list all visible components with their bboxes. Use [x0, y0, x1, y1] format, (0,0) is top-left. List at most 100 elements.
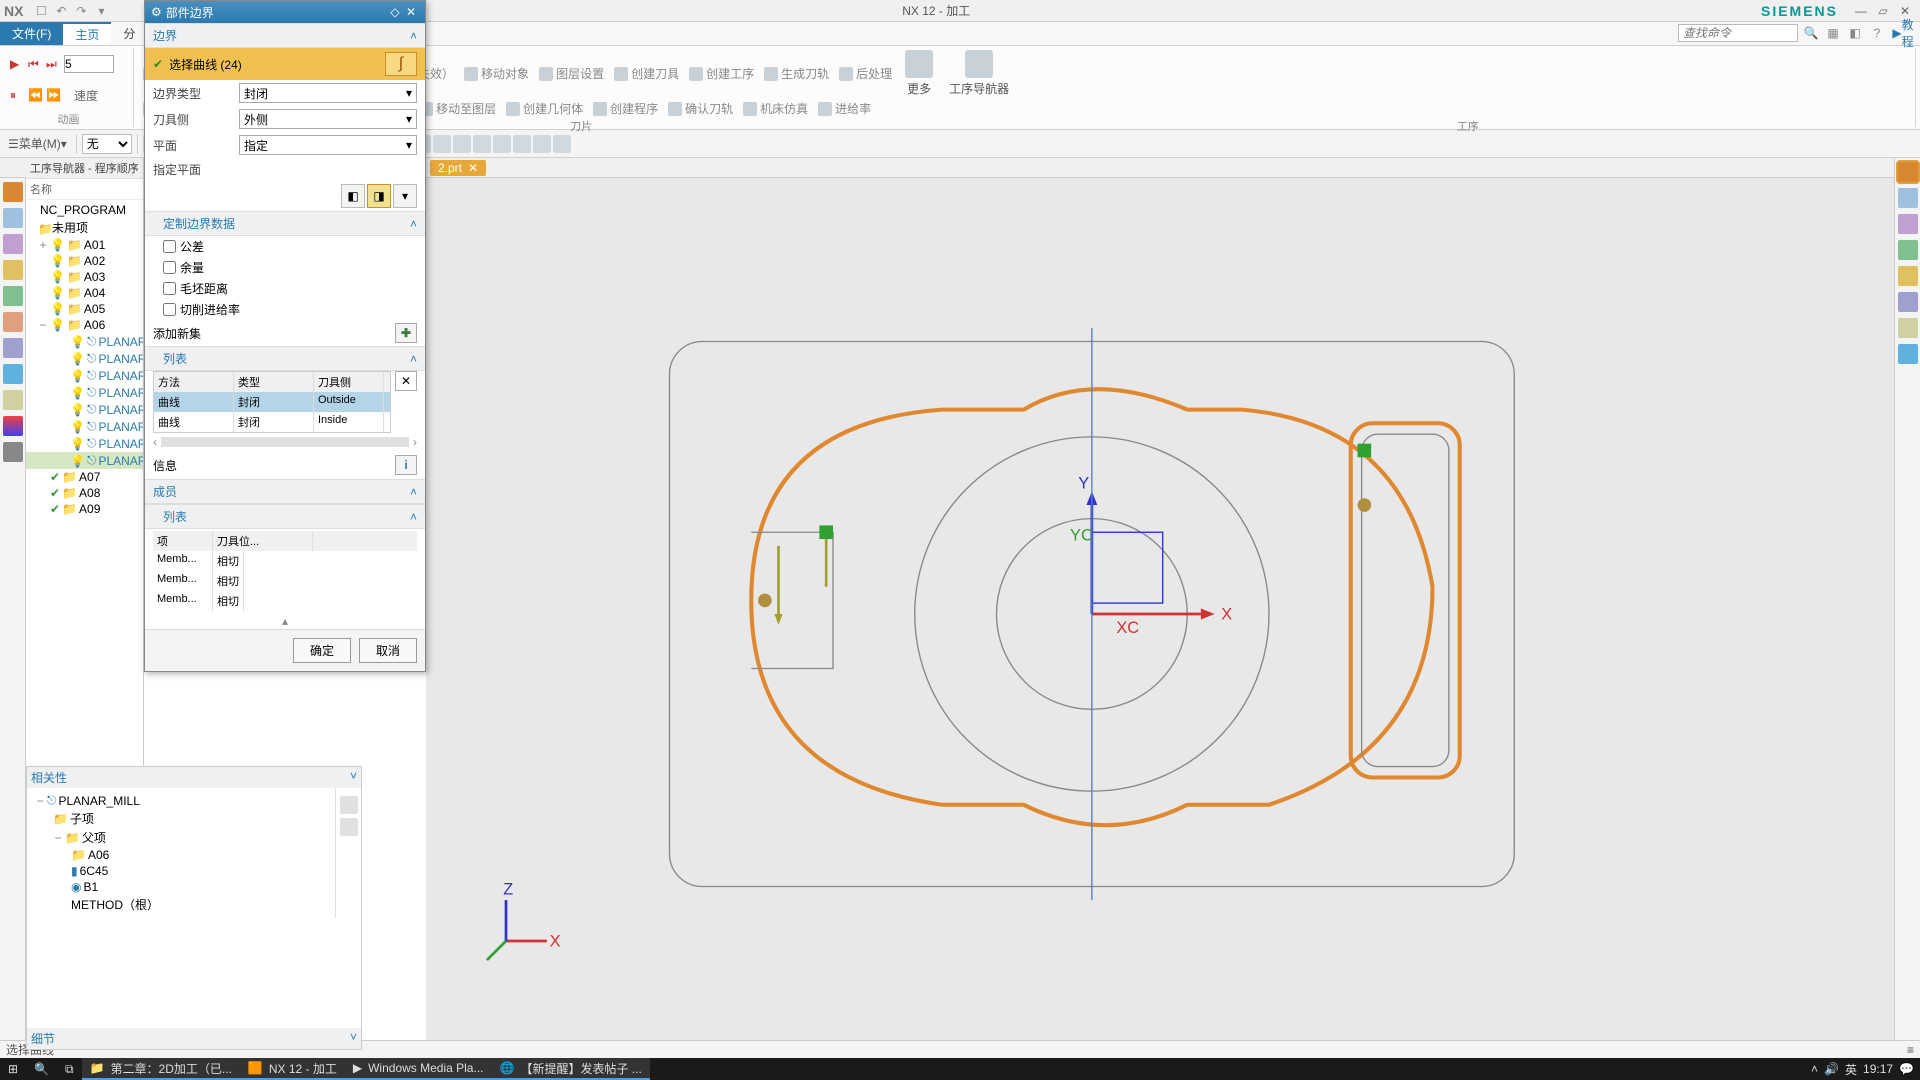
file-menu[interactable]: 文件(F)	[0, 22, 63, 45]
layer-settings-button[interactable]: 图层设置	[536, 64, 607, 83]
rres-icon-6[interactable]	[1898, 292, 1918, 312]
nav-a09[interactable]: ✔📁A09	[26, 501, 143, 517]
tool-side-select[interactable]: 外侧▾	[239, 109, 417, 129]
rres-icon-5[interactable]	[1898, 266, 1918, 286]
res-tool-icon[interactable]	[3, 260, 23, 280]
nav-root[interactable]: NC_PROGRAM	[26, 202, 143, 218]
dialog-pin-icon[interactable]: ◇	[387, 5, 403, 19]
restore-icon[interactable]: ▱	[1873, 2, 1893, 20]
curve-icon[interactable]: ∫	[385, 52, 417, 76]
graphics-canvas[interactable]: X Y XC YC X Z	[426, 178, 1894, 1050]
rres-icon-4[interactable]	[1898, 240, 1918, 260]
member-row-2[interactable]: Memb...相切	[153, 571, 417, 591]
minimize-icon[interactable]: —	[1851, 2, 1871, 20]
grid-icon[interactable]: ▦	[1824, 24, 1842, 42]
rres-icon-8[interactable]	[1898, 344, 1918, 364]
nav-op6[interactable]: 💡⎋PLANAR_M	[26, 418, 143, 435]
chk-stock[interactable]: 余量	[145, 257, 425, 278]
tb-icon-11[interactable]	[473, 135, 491, 153]
nav-unused[interactable]: 📁未用项	[26, 218, 143, 237]
plane-dropdown-icon[interactable]: ▾	[393, 184, 417, 208]
nav-a03[interactable]: 💡📁A03	[26, 269, 143, 285]
gen-toolpath-button[interactable]: 生成刀轨	[761, 64, 832, 83]
nav-a02[interactable]: 💡📁A02	[26, 253, 143, 269]
nav-op2[interactable]: 💡⎋PLANAR_M	[26, 350, 143, 367]
tb-icon-12[interactable]	[493, 135, 511, 153]
tray-ime[interactable]: 英	[1845, 1061, 1857, 1078]
delete-row-button[interactable]: ✕	[395, 371, 417, 391]
nav-a08[interactable]: ✔📁A08	[26, 485, 143, 501]
section-members[interactable]: 成员˄	[145, 479, 425, 504]
tb-icon-14[interactable]	[533, 135, 551, 153]
tb-icon-10[interactable]	[453, 135, 471, 153]
create-prog-button[interactable]: 创建程序	[590, 99, 661, 118]
window-icon[interactable]: ◧	[1846, 24, 1864, 42]
section-list[interactable]: 列表˄	[145, 346, 425, 371]
step-fwd-icon[interactable]: ⏭	[46, 57, 60, 71]
res-clock-icon[interactable]	[3, 390, 23, 410]
nav-a06[interactable]: −💡📁A06	[26, 317, 143, 333]
chk-tolerance[interactable]: 公差	[145, 236, 425, 257]
chk-feedrate[interactable]: 切削进给率	[145, 299, 425, 320]
dialog-resize-handle[interactable]: ▴	[145, 613, 425, 629]
boundary-type-select[interactable]: 封闭▾	[239, 83, 417, 103]
info-button[interactable]: i	[395, 455, 417, 475]
task-explorer[interactable]: 📁 第二章：2D加工（已...	[82, 1058, 240, 1080]
create-geom-button[interactable]: 创建几何体	[503, 99, 586, 118]
search-button[interactable]: 🔍	[26, 1058, 57, 1080]
res-nav-icon[interactable]	[3, 182, 23, 202]
nav-a07[interactable]: ✔📁A07	[26, 469, 143, 485]
res-misc-icon[interactable]	[3, 442, 23, 462]
rel-a06[interactable]: 📁A06	[31, 847, 331, 863]
nav-op3[interactable]: 💡⎋PLANAR_M	[26, 367, 143, 384]
nav-op4[interactable]: 💡⎋PLANAR_M	[26, 384, 143, 401]
tab-analysis[interactable]: 分	[111, 22, 147, 45]
select-curves-row[interactable]: ✔ 选择曲线 (24) ∫	[145, 48, 425, 80]
tray-notif-icon[interactable]: 💬	[1899, 1062, 1914, 1076]
list-row-1[interactable]: 曲线封闭Outside	[154, 392, 390, 412]
rres-icon-1[interactable]	[1898, 162, 1918, 182]
ok-button[interactable]: 确定	[293, 638, 351, 663]
rres-icon-3[interactable]	[1898, 214, 1918, 234]
save-icon[interactable]: ☐	[32, 2, 50, 20]
tray-up-icon[interactable]: ˄	[1811, 1062, 1818, 1076]
res-geom-icon[interactable]	[3, 286, 23, 306]
anim-speed-input[interactable]	[64, 55, 114, 73]
section-member-list[interactable]: 列表˄	[145, 504, 425, 529]
search-icon[interactable]: 🔍	[1802, 24, 1820, 42]
play-start-icon[interactable]: ▶	[10, 57, 24, 71]
tutorial-button[interactable]: ▶ 教程	[1894, 24, 1912, 42]
move-layer-button[interactable]: 移动至图层	[416, 99, 499, 118]
plane-icon-2[interactable]: ◨	[367, 184, 391, 208]
rel-side-icon-2[interactable]	[340, 818, 358, 836]
status-handle-icon[interactable]: ≡	[1907, 1043, 1914, 1057]
create-op-button[interactable]: 创建工序	[686, 64, 757, 83]
tray-sound-icon[interactable]: 🔊	[1824, 1062, 1839, 1076]
rel-method[interactable]: METHOD（根）	[31, 895, 331, 914]
more-button[interactable]: 更多	[899, 48, 939, 99]
rel-6c45[interactable]: ▮6C45	[31, 863, 331, 879]
document-tab[interactable]: 2.prt✕	[430, 160, 486, 176]
res-hist-icon[interactable]	[3, 338, 23, 358]
section-boundary[interactable]: 边界˄	[145, 23, 425, 48]
nav-op1[interactable]: 💡⎋PLANAR_M	[26, 333, 143, 350]
member-row-3[interactable]: Memb...相切	[153, 591, 417, 611]
undo-icon[interactable]: ↶	[52, 2, 70, 20]
nav-a05[interactable]: 💡📁A05	[26, 301, 143, 317]
rel-side-icon-1[interactable]	[340, 796, 358, 814]
qat-more-icon[interactable]: ▾	[92, 2, 110, 20]
move-obj-button[interactable]: 移动对象	[461, 64, 532, 83]
res-method-icon[interactable]	[3, 312, 23, 332]
rel-header[interactable]: 相关性˅	[27, 767, 361, 788]
command-search-input[interactable]	[1678, 24, 1798, 42]
res-web-icon[interactable]	[3, 364, 23, 384]
task-nx[interactable]: 🟧 NX 12 - 加工	[240, 1058, 345, 1080]
res-machine-icon[interactable]	[3, 234, 23, 254]
machine-sim-button[interactable]: 机床仿真	[740, 99, 811, 118]
rres-icon-7[interactable]	[1898, 318, 1918, 338]
section-custom[interactable]: 定制边界数据˄	[145, 211, 425, 236]
op-navigator-button[interactable]: 工序导航器	[943, 48, 1015, 99]
res-part-icon[interactable]	[3, 208, 23, 228]
nav-op7[interactable]: 💡⎋PLANAR_M	[26, 435, 143, 452]
nav-op8-selected[interactable]: 💡⎋PLANAR_M	[26, 452, 143, 469]
